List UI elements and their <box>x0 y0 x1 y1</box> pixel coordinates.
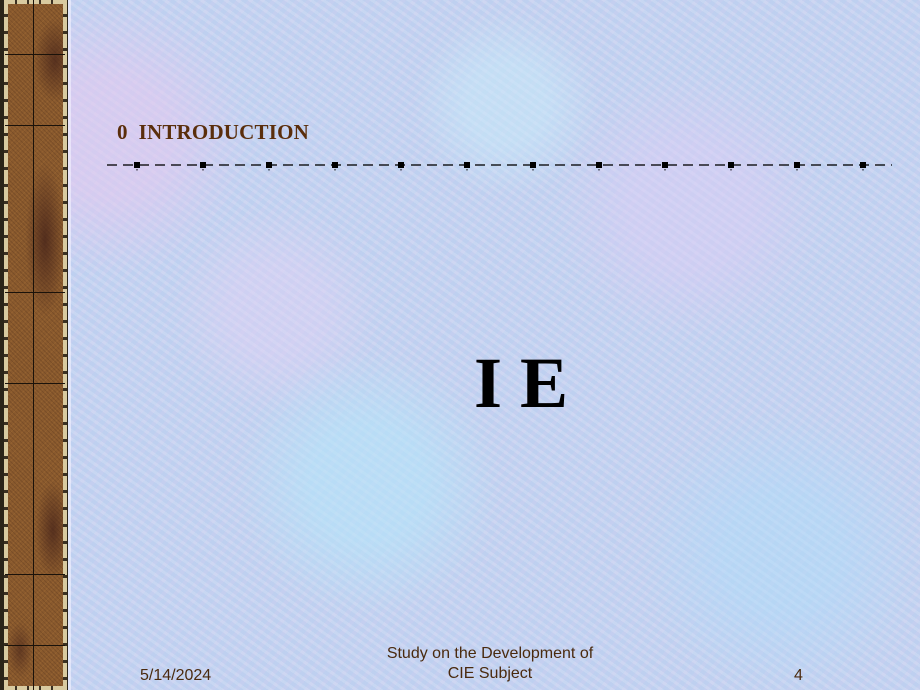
panel-grid-line <box>5 574 65 575</box>
panel-grid-line <box>5 645 65 646</box>
footer-title-line-2: CIE Subject <box>447 665 533 682</box>
footer-page-number: 4 <box>794 667 803 684</box>
rule-square-marker <box>728 162 734 168</box>
dashed-rule-icon <box>107 162 892 171</box>
rule-square-marker <box>530 162 536 168</box>
footer-title-line-1: Study on the Development of <box>386 645 594 662</box>
rule-square-marker <box>332 162 338 168</box>
rule-square-marker <box>662 162 668 168</box>
rule-marker-tick <box>466 169 468 171</box>
rule-marker-tick <box>796 169 798 171</box>
rule-marker-tick <box>400 169 402 171</box>
rule-marker-tick <box>334 169 336 171</box>
rule-square-marker <box>200 162 206 168</box>
rule-marker-tick <box>664 169 666 171</box>
slide-heading: 0 INTRODUCTION <box>117 120 310 144</box>
rule-marker-tick <box>730 169 732 171</box>
rule-marker-tick <box>136 169 138 171</box>
panel-bottom-frame <box>5 686 65 690</box>
rule-square-marker <box>266 162 272 168</box>
panel-grid-line <box>5 54 65 55</box>
rule-marker-tick <box>268 169 270 171</box>
footer-date: 5/14/2024 <box>140 667 212 684</box>
rule-square-marker <box>860 162 866 168</box>
footer-title: Study on the Development of CIE Subject <box>350 644 630 684</box>
rule-square-marker <box>464 162 470 168</box>
panel-top-frame <box>5 0 65 4</box>
slide-main-text: I E <box>473 343 569 423</box>
rule-square-marker <box>794 162 800 168</box>
rule-marker-tick <box>202 169 204 171</box>
rule-marker-tick <box>598 169 600 171</box>
rule-square-marker <box>134 162 140 168</box>
rule-square-marker <box>398 162 404 168</box>
panel-grid-line <box>5 292 65 293</box>
rule-marker-tick <box>532 169 534 171</box>
rule-marker-tick <box>862 169 864 171</box>
panel-grid-line <box>5 125 65 126</box>
rule-square-marker <box>596 162 602 168</box>
